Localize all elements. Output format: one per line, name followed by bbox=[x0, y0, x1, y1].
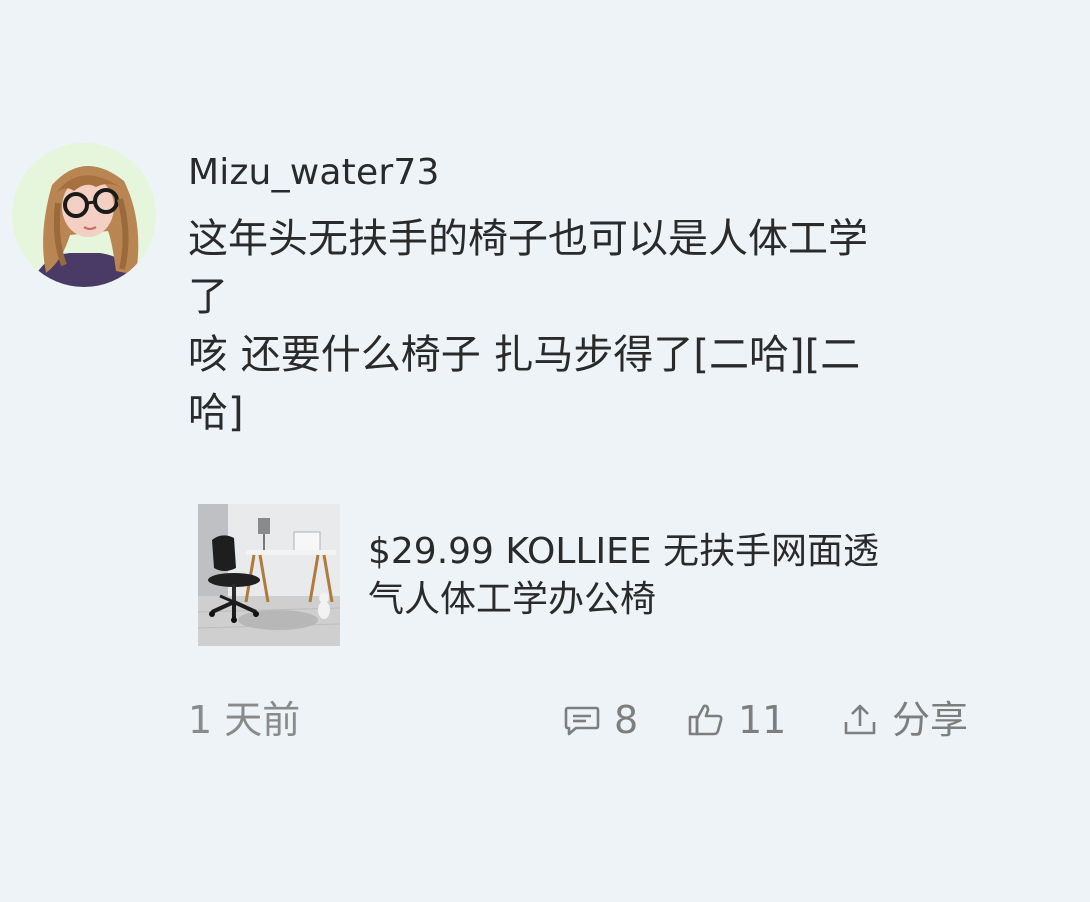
comment-body: 这年头无扶手的椅子也可以是人体工学 了 咳 还要什么椅子 扎马步得了[二哈][二… bbox=[188, 210, 1018, 442]
comment-body-line: 了 bbox=[188, 274, 228, 320]
comment-item: Mizu_water73 这年头无扶手的椅子也可以是人体工学 了 咳 还要什么椅… bbox=[0, 0, 1090, 902]
avatar[interactable] bbox=[12, 143, 156, 287]
comment-bubble-icon bbox=[562, 700, 602, 740]
like-count: 11 bbox=[738, 698, 787, 742]
comment-body-line: 咳 还要什么椅子 扎马步得了[二哈][二 bbox=[188, 332, 861, 378]
avatar-image bbox=[12, 143, 156, 287]
comment-body-line: 这年头无扶手的椅子也可以是人体工学 bbox=[188, 216, 868, 262]
share-label: 分享 bbox=[892, 698, 969, 742]
reply-button[interactable]: 8 bbox=[562, 696, 638, 744]
comment-body-line: 哈] bbox=[188, 390, 244, 436]
product-title-line: $29.99 KOLLIEE 无扶手网面透 bbox=[368, 531, 880, 572]
product-link-card[interactable]: $29.99 KOLLIEE 无扶手网面透 气人体工学办公椅 bbox=[198, 504, 958, 646]
product-title[interactable]: $29.99 KOLLIEE 无扶手网面透 气人体工学办公椅 bbox=[368, 528, 958, 624]
office-chair-image bbox=[198, 504, 340, 646]
like-button[interactable]: 11 bbox=[686, 696, 786, 744]
reply-count: 8 bbox=[614, 698, 639, 742]
comment-footer: 1 天前 8 11 分享 bbox=[188, 692, 988, 748]
product-thumbnail bbox=[198, 504, 340, 646]
timestamp: 1 天前 bbox=[188, 698, 301, 742]
share-button[interactable]: 分享 bbox=[840, 696, 968, 744]
username[interactable]: Mizu_water73 bbox=[188, 150, 440, 196]
thumbs-up-icon bbox=[686, 700, 726, 740]
product-title-line: 气人体工学办公椅 bbox=[368, 579, 657, 620]
share-icon bbox=[840, 700, 880, 740]
